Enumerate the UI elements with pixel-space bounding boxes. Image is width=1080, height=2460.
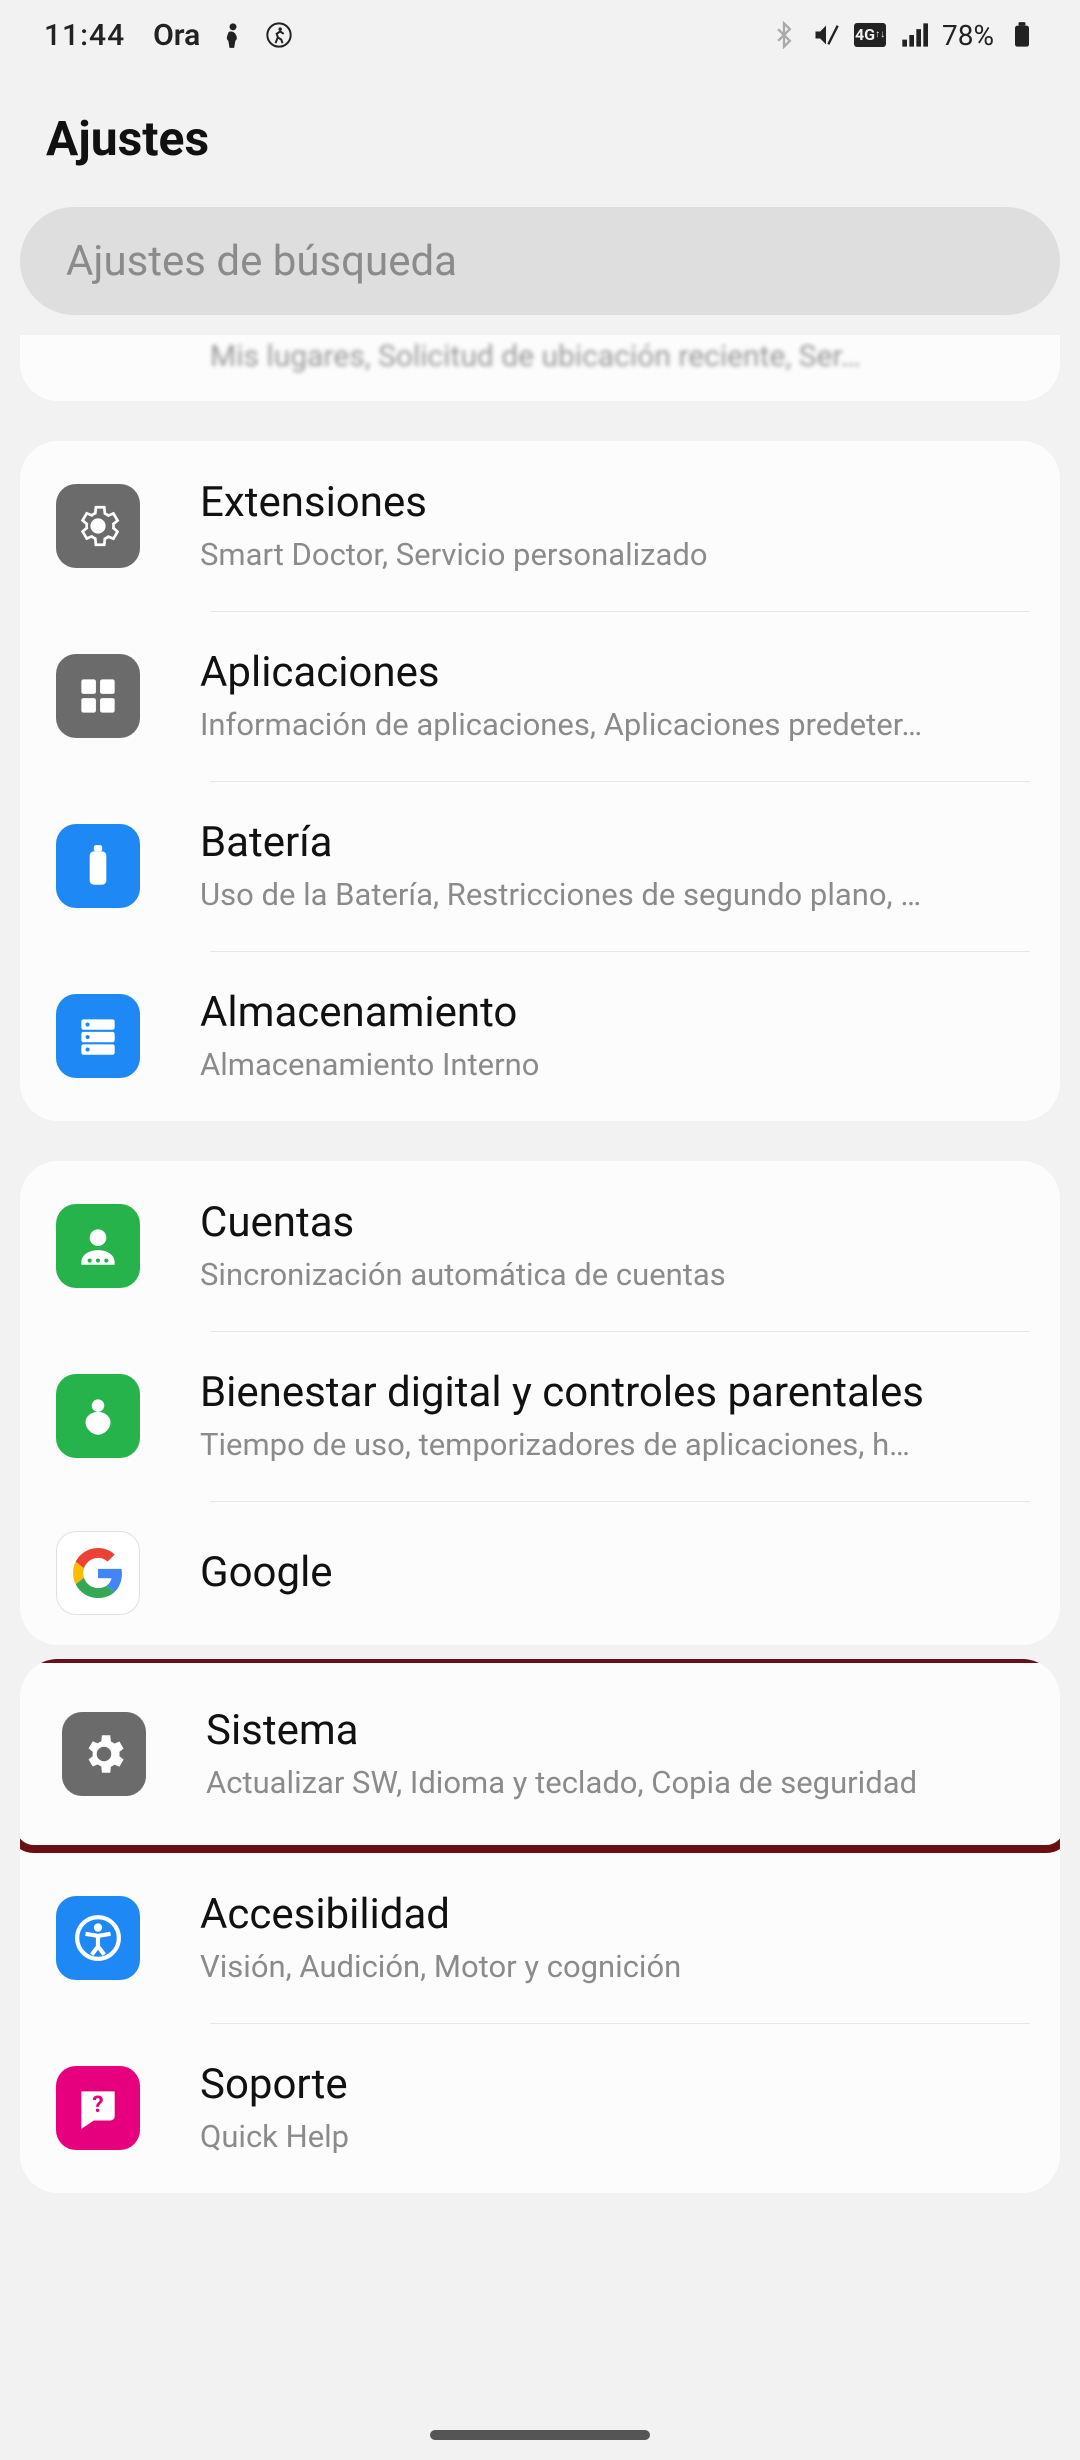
row-title: Cuentas [200,1199,1024,1247]
search-input[interactable]: Ajustes de búsqueda [20,207,1060,315]
settings-group-device: Extensiones Smart Doctor, Servicio perso… [20,441,1060,1121]
gesture-bar[interactable] [430,2430,650,2440]
settings-group-system: Sistema Actualizar SW, Idioma y teclado,… [20,1659,1060,2193]
extensions-icon [56,484,140,568]
row-sistema[interactable]: Sistema Actualizar SW, Idioma y teclado,… [26,1669,1054,1839]
storage-icon [56,994,140,1078]
page-header: Ajustes [0,70,1080,207]
row-title: Accesibilidad [200,1891,1024,1939]
row-title: Almacenamiento [200,989,1024,1037]
svg-text:?: ? [92,2091,103,2118]
support-icon: ? [56,2066,140,2150]
pregnant-icon [219,21,247,49]
row-title: Google [200,1549,1024,1597]
row-title: Aplicaciones [200,649,1024,697]
row-aplicaciones[interactable]: Aplicaciones Información de aplicaciones… [20,611,1060,781]
row-title: Extensiones [200,479,1024,527]
row-subtitle: Actualizar SW, Idioma y teclado, Copia d… [206,1764,1018,1801]
row-title: Sistema [206,1707,1018,1755]
row-subtitle: Almacenamiento Interno [200,1046,1024,1083]
row-bienestar[interactable]: Bienestar digital y controles parentales… [20,1331,1060,1501]
battery-icon [1008,21,1036,49]
row-subtitle: Información de aplicaciones, Aplicacione… [200,706,1024,743]
page-title: Ajustes [46,110,1034,167]
signal-icon [900,21,928,49]
row-accesibilidad[interactable]: Accesibilidad Visión, Audición, Motor y … [20,1853,1060,2023]
battery-percent: 78% [942,19,994,52]
status-time: 11:44 [44,18,125,53]
status-carrier: Ora [153,18,201,53]
search-placeholder: Ajustes de búsqueda [66,237,457,286]
row-title: Bienestar digital y controles parentales [200,1369,1024,1417]
accessibility-icon [56,1896,140,1980]
row-subtitle: Smart Doctor, Servicio personalizado [200,536,1024,573]
settings-group-trunc: Mis lugares, Solicitud de ubicación reci… [20,335,1060,401]
row-almacenamiento[interactable]: Almacenamiento Almacenamiento Interno [20,951,1060,1121]
settings-scroll-area[interactable]: Mis lugares, Solicitud de ubicación reci… [0,335,1080,2193]
bluetooth-icon [770,21,798,49]
google-icon [56,1531,140,1615]
truncated-prev-subtitle: Mis lugares, Solicitud de ubicación reci… [20,341,1060,401]
running-icon [265,21,293,49]
row-soporte[interactable]: ? Soporte Quick Help [20,2023,1060,2193]
row-cuentas[interactable]: Cuentas Sincronización automática de cue… [20,1161,1060,1331]
status-bar: 11:44 Ora 4G↑↓ 78% [0,0,1080,70]
row-subtitle: Tiempo de uso, temporizadores de aplicac… [200,1426,1024,1463]
row-bateria[interactable]: Batería Uso de la Batería, Restricciones… [20,781,1060,951]
row-google[interactable]: Google [20,1501,1060,1645]
row-subtitle: Quick Help [200,2118,1024,2155]
row-subtitle: Uso de la Batería, Restricciones de segu… [200,876,1024,913]
4g-icon: 4G↑↓ [854,23,886,47]
row-subtitle: Sincronización automática de cuentas [200,1256,1024,1293]
settings-group-accounts: Cuentas Sincronización automática de cue… [20,1161,1060,1645]
row-title: Soporte [200,2061,1024,2109]
row-subtitle: Visión, Audición, Motor y cognición [200,1948,1024,1985]
highlight-box: Sistema Actualizar SW, Idioma y teclado,… [20,1659,1060,1853]
row-extensiones[interactable]: Extensiones Smart Doctor, Servicio perso… [20,441,1060,611]
apps-icon [56,654,140,738]
battery-settings-icon [56,824,140,908]
mute-icon [812,21,840,49]
system-icon [62,1712,146,1796]
accounts-icon [56,1204,140,1288]
row-title: Batería [200,819,1024,867]
wellbeing-icon [56,1374,140,1458]
